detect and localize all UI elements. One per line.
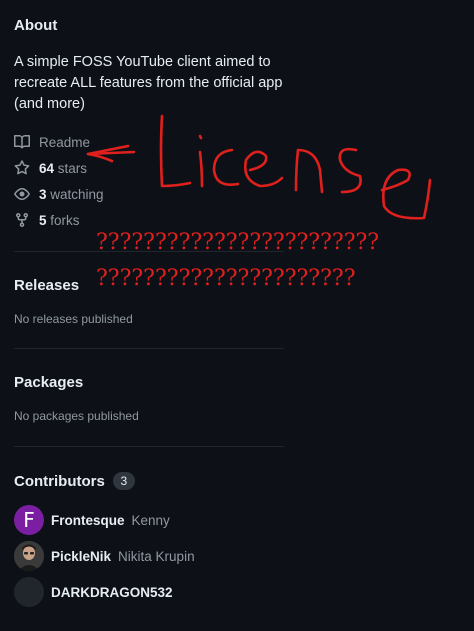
forks-link[interactable]: 5 forks [14, 212, 80, 228]
eye-icon [14, 188, 30, 200]
contributor-row[interactable]: DARKDRAGON532 [14, 577, 173, 607]
about-description: A simple FOSS YouTube client aimed to re… [14, 54, 283, 112]
contributors-heading[interactable]: Contributors 3 [14, 472, 135, 490]
contributor-name: Kenny [131, 512, 170, 528]
fork-icon [16, 212, 28, 228]
contributor-login[interactable]: Frontesque [51, 513, 125, 528]
no-releases-text: No releases published [14, 312, 133, 326]
stars-label: stars [57, 160, 88, 176]
watching-count: 3 [39, 186, 47, 202]
contributor-name: Nikita Krupin [118, 548, 195, 564]
contributor-row[interactable]: F Frontesque Kenny [14, 505, 170, 535]
contributor-row[interactable]: PickleNik Nikita Krupin [14, 541, 195, 571]
contributor-login[interactable]: DARKDRAGON532 [51, 585, 173, 600]
person-photo-icon [14, 541, 44, 571]
watching-label: watching [50, 186, 104, 202]
book-icon [14, 134, 30, 149]
packages-heading[interactable]: Packages [14, 374, 83, 391]
packages-title: Packages [14, 374, 84, 391]
forks-count: 5 [39, 212, 47, 228]
question-marks-line: ?????????????????????? [96, 266, 356, 291]
releases-title: Releases [14, 277, 80, 294]
stars-link[interactable]: 64 stars [14, 160, 87, 176]
avatar-letter: F [23, 508, 35, 532]
readme-link[interactable]: Readme [14, 134, 90, 150]
question-marks-line: ???????????????????????? [96, 230, 380, 255]
readme-label: Readme [39, 134, 91, 150]
avatar[interactable]: F [14, 505, 44, 535]
contributors-title: Contributors [14, 472, 105, 490]
no-packages-text: No packages published [14, 409, 139, 423]
avatar[interactable] [14, 541, 44, 571]
contributors-count-badge: 3 [112, 472, 135, 490]
watchers-link[interactable]: 3 watching [14, 186, 104, 202]
about-heading: About [14, 17, 58, 34]
contributor-login[interactable]: PickleNik [51, 549, 111, 564]
stars-count: 64 [39, 160, 55, 176]
star-icon [14, 160, 30, 175]
releases-heading[interactable]: Releases [14, 277, 79, 294]
divider [14, 348, 284, 349]
divider [14, 446, 284, 447]
forks-label: forks [50, 212, 80, 228]
avatar[interactable] [14, 577, 44, 607]
github-repo-sidebar: About A simple FOSS YouTube client aimed… [0, 0, 474, 631]
